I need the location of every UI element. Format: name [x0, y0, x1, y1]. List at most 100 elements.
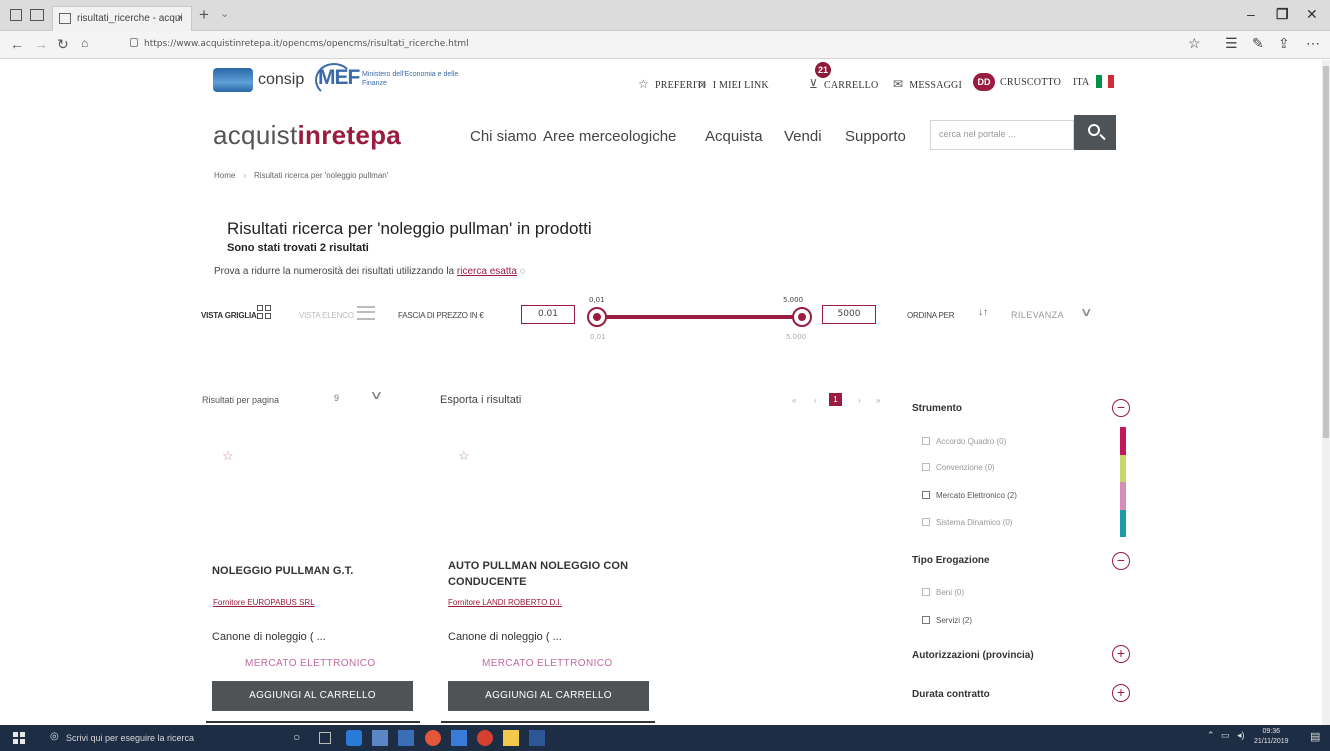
store-icon[interactable]	[398, 730, 414, 746]
tab-menu-chevron-icon[interactable]: ⌄	[220, 7, 229, 20]
notifications-icon[interactable]: ▤	[1310, 730, 1320, 743]
filter-option-accordo-quadro[interactable]: Accordo Quadro (0)	[922, 437, 1006, 446]
pager-first[interactable]: «	[792, 396, 796, 405]
export-results-link[interactable]: Esporta i risultati	[440, 394, 521, 406]
product-title[interactable]: AUTO PULLMAN NOLEGGIO CON CONDUCENTE	[448, 558, 658, 590]
filter-option-convenzione[interactable]: Convenzione (0)	[922, 463, 995, 472]
user-avatar[interactable]: DD	[973, 73, 995, 91]
minimize-button[interactable]: –	[1247, 6, 1255, 22]
sort-order-icon[interactable]: ↓↑	[978, 307, 988, 318]
mail-icon[interactable]	[451, 730, 467, 746]
nav-supporto[interactable]: Supporto	[845, 128, 906, 145]
favorite-star-icon[interactable]: ☆	[222, 448, 234, 464]
consip-logo[interactable]	[213, 68, 253, 92]
url-field[interactable]: https://www.acquistinretepa.it/opencms/o…	[130, 38, 469, 49]
tab-preview-icon[interactable]	[10, 9, 22, 21]
word-icon[interactable]	[529, 730, 545, 746]
acquistinretepa-logo[interactable]: acquistinretepa	[213, 120, 401, 151]
edge-browser-icon[interactable]	[346, 730, 362, 746]
share-icon[interactable]: ⇪	[1278, 35, 1290, 52]
cruscotto-link[interactable]: CRUSCOTTO	[1000, 77, 1061, 88]
language-selector[interactable]: ITA	[1073, 77, 1089, 88]
back-arrow-icon[interactable]: ←	[10, 36, 24, 52]
info-icon[interactable]: ◌	[520, 266, 526, 277]
tab-risultati[interactable]: risultati_ricerche - acqui ×	[52, 6, 192, 31]
favorite-star-icon[interactable]: ☆	[1188, 35, 1201, 52]
forward-arrow-icon[interactable]: →	[34, 36, 48, 52]
file-explorer-icon[interactable]	[372, 730, 388, 746]
price-min-input[interactable]: 0.01	[521, 305, 575, 324]
italian-flag-icon[interactable]	[1096, 75, 1114, 88]
new-tab-button[interactable]: +	[199, 5, 209, 25]
favorites-list-icon[interactable]: ☰	[1225, 35, 1238, 52]
sort-chevron-down-icon[interactable]: ∨	[1080, 305, 1093, 319]
filter-tipo-erogazione-heading[interactable]: Tipo Erogazione	[912, 555, 990, 566]
filter-durata-heading[interactable]: Durata contratto	[912, 689, 990, 700]
maximize-button[interactable]: ❐	[1276, 6, 1289, 23]
supplier-link[interactable]: Fornitore EUROPABUS SRL	[213, 598, 315, 607]
more-options-icon[interactable]: ⋯	[1306, 35, 1320, 52]
nav-acquista[interactable]: Acquista	[705, 128, 763, 145]
nav-chi-siamo[interactable]: Chi siamo	[470, 128, 537, 145]
volume-icon[interactable]: ◂)	[1237, 730, 1245, 741]
app-icon[interactable]	[503, 730, 519, 746]
close-window-button[interactable]: ✕	[1306, 6, 1318, 23]
filter-option-beni[interactable]: Beni (0)	[922, 588, 964, 597]
pen-icon[interactable]: ✎	[1252, 35, 1264, 52]
close-tab-icon[interactable]: ×	[177, 12, 183, 24]
pager-page-1[interactable]: 1	[829, 393, 842, 406]
home-icon[interactable]: ⌂	[81, 36, 88, 50]
collapse-tipo-icon[interactable]: −	[1112, 552, 1130, 570]
pager-last[interactable]: »	[876, 396, 880, 405]
pager-prev[interactable]: ‹	[814, 396, 817, 405]
portal-search-input[interactable]: cerca nel portale ...	[930, 120, 1074, 150]
firefox-icon[interactable]	[425, 730, 441, 746]
network-icon[interactable]: ▭	[1221, 730, 1230, 741]
price-slider-min-handle[interactable]	[587, 307, 607, 327]
mef-logo[interactable]: MEF	[315, 63, 360, 97]
refresh-icon[interactable]: ↻	[57, 36, 69, 53]
collapse-strumento-icon[interactable]: −	[1112, 399, 1130, 417]
favorite-star-icon[interactable]: ☆	[458, 448, 470, 464]
miei-link-link[interactable]: ∞ I MIEI LINK	[698, 77, 769, 92]
expand-autorizzazioni-icon[interactable]: +	[1112, 645, 1130, 663]
grid-view-icon[interactable]	[257, 305, 272, 320]
windows-start-icon[interactable]	[13, 732, 25, 744]
product-title[interactable]: NOLEGGIO PULLMAN G.T.	[212, 563, 422, 579]
cortana-circle-icon[interactable]: ○	[293, 730, 309, 746]
task-view-icon[interactable]	[319, 732, 331, 744]
set-aside-tabs-icon[interactable]	[30, 9, 44, 21]
breadcrumb-home[interactable]: Home	[214, 171, 235, 180]
price-slider-max-handle[interactable]	[792, 307, 812, 327]
messaggi-link[interactable]: ✉ MESSAGGI	[893, 77, 962, 92]
nav-aree-merceologiche[interactable]: Aree merceologiche	[543, 128, 676, 145]
filter-option-sistema-dinamico[interactable]: Sistema Dinamico (0)	[922, 518, 1012, 527]
price-slider-track[interactable]	[597, 315, 802, 319]
tray-chevron-up-icon[interactable]: ⌃	[1207, 730, 1215, 741]
filter-strumento-heading[interactable]: Strumento	[912, 403, 962, 414]
system-clock[interactable]: 09:36 21/11/2019	[1254, 727, 1289, 747]
expand-durata-icon[interactable]: +	[1112, 684, 1130, 702]
scrollbar-thumb[interactable]	[1323, 66, 1329, 438]
carrello-link[interactable]: ⊻ CARRELLO	[809, 77, 878, 92]
nav-vendi[interactable]: Vendi	[784, 128, 822, 145]
add-to-cart-button[interactable]: AGGIUNGI AL CARRELLO	[212, 681, 413, 711]
filter-option-mercato-elettronico[interactable]: Mercato Elettronico (2)	[922, 491, 1017, 500]
list-view-icon[interactable]	[357, 306, 375, 320]
price-max-input[interactable]: 5000	[822, 305, 876, 324]
filter-option-servizi[interactable]: Servizi (2)	[922, 616, 972, 625]
chrome-icon[interactable]	[477, 730, 493, 746]
pager-next[interactable]: ›	[858, 396, 861, 405]
vista-elenco-toggle[interactable]: VISTA ELENCO	[299, 311, 354, 320]
supplier-link[interactable]: Fornitore LANDI ROBERTO D.I.	[448, 598, 562, 607]
taskbar-search-input[interactable]: ◎ Scrivi qui per eseguire la ricerca	[42, 728, 277, 748]
add-to-cart-button[interactable]: AGGIUNGI AL CARRELLO	[448, 681, 649, 711]
filter-autorizzazioni-heading[interactable]: Autorizzazioni (provincia)	[912, 650, 1034, 661]
search-button[interactable]	[1074, 115, 1116, 150]
vista-griglia-toggle[interactable]: VISTA GRIGLIA	[201, 311, 257, 320]
per-page-chevron-down-icon[interactable]: ∨	[369, 388, 383, 402]
sort-select[interactable]: RILEVANZA	[1011, 310, 1064, 320]
ricerca-esatta-link[interactable]: ricerca esatta	[457, 266, 517, 277]
results-per-page-select[interactable]: 9	[334, 393, 339, 403]
preferiti-link[interactable]: ☆ PREFERITI	[638, 77, 706, 92]
